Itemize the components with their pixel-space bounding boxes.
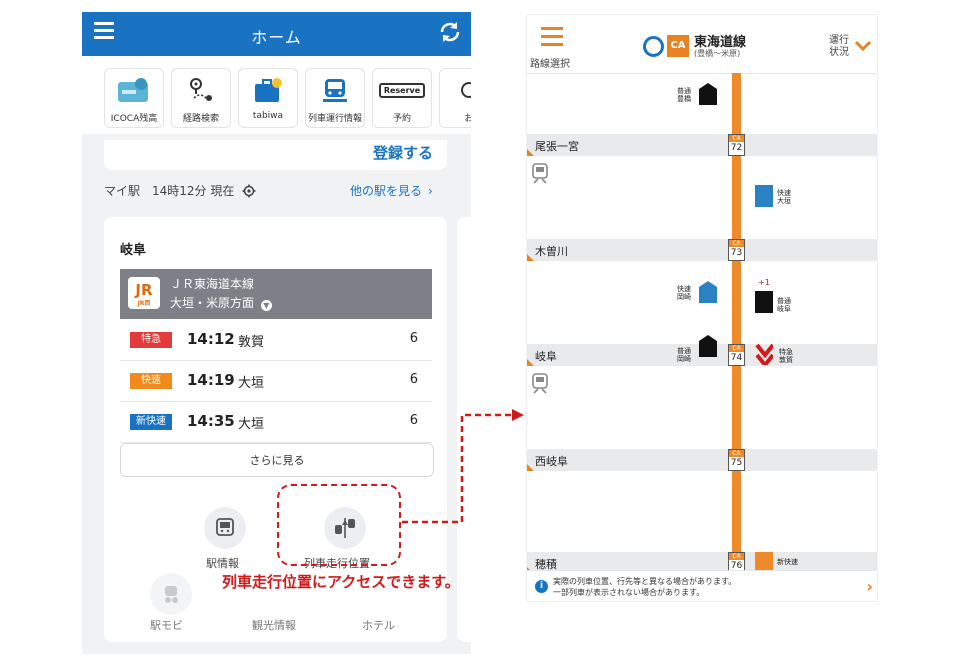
shortcut-reserve[interactable]: Reserve 予約	[372, 68, 432, 128]
departure-row[interactable]: 快速 14:19 大垣 6	[120, 361, 432, 402]
ekimobi-button[interactable]: 駅モビ	[150, 573, 192, 632]
train-position-screen: 路線選択 CA 東海道線 (豊橋～米原) 運行状況 尾張一宮 CA 72 木曽川 …	[526, 14, 878, 602]
line-name: ＪＲ東海道本線	[170, 277, 255, 291]
shortcut-train-operation[interactable]: 列車運行情報	[305, 68, 365, 128]
page-title: ホーム	[251, 28, 302, 47]
line-header[interactable]: JR JR西 ＪＲ東海道本線 大垣・米原方面 ▼	[120, 269, 432, 319]
chevron-down-icon[interactable]	[854, 37, 872, 56]
train-up-icon	[699, 83, 717, 105]
shortcut-more[interactable]: お	[439, 68, 471, 128]
special-rapid-icon	[755, 552, 773, 570]
departure-row[interactable]: 特急 14:12 敦賀 6	[120, 320, 432, 361]
train-operation-icon	[306, 75, 364, 105]
shortcut-tabiwa[interactable]: tabiwa	[238, 68, 298, 128]
other-stations-link[interactable]: 他の駅を見る ›	[350, 182, 433, 199]
jr-logo: JR JR西	[128, 277, 160, 309]
station-info-button[interactable]: 駅情報	[204, 507, 246, 570]
train-station-icon	[531, 163, 549, 189]
station-info-icon	[204, 507, 246, 549]
icoca-card-icon	[105, 75, 163, 105]
shortcut-icoca[interactable]: ICOCA残高	[104, 68, 164, 128]
route-menu-icon[interactable]	[541, 27, 563, 47]
station-number: CA 72	[728, 134, 745, 156]
line-circle-icon	[643, 36, 664, 57]
callout-text: 列車走行位置にアクセスできます。	[222, 573, 460, 591]
delay-badge: +1	[758, 278, 770, 287]
my-station-label: マイ駅 14時12分 現在	[104, 182, 256, 201]
station-number: CA 73	[728, 239, 745, 261]
train-type-badge: 特急	[130, 332, 172, 348]
tourism-info-link[interactable]: 観光情報	[252, 617, 296, 633]
train-type-badge: 快速	[130, 373, 172, 389]
station-number: CA 75	[728, 449, 745, 471]
hotel-link[interactable]: ホテル	[362, 617, 395, 633]
limited-express-icon	[755, 343, 773, 365]
station-band[interactable]: 西岐阜	[527, 449, 877, 471]
shortcut-route-search[interactable]: 経路検索	[171, 68, 231, 128]
line-range: (豊橋～米原)	[694, 49, 741, 58]
departure-row[interactable]: 新快速 14:35 大垣 6	[120, 402, 432, 443]
station-band[interactable]: 尾張一宮	[527, 134, 877, 156]
arrow-connector	[402, 409, 524, 524]
station-band[interactable]: 木曽川	[527, 239, 877, 261]
info-icon: i	[535, 580, 548, 593]
route-select-label[interactable]: 路線選択	[530, 55, 570, 70]
train-type-badge: 新快速	[130, 414, 172, 430]
register-card: 登録する	[104, 140, 447, 170]
refresh-icon[interactable]	[438, 20, 462, 44]
register-button[interactable]: 登録する	[373, 142, 433, 163]
route-search-icon	[172, 75, 230, 105]
station-number: CA 74	[728, 344, 745, 366]
ekimobi-icon	[150, 573, 192, 615]
home-screen: ホーム ICOCA残高 経路検索 tabiwa 列車運行情報 Reserve 予…	[82, 12, 471, 654]
line-header-bar: 路線選択 CA 東海道線 (豊橋～米原) 運行状況	[527, 15, 877, 74]
top-bar: ホーム	[82, 12, 471, 56]
line-code-badge: CA	[667, 35, 689, 57]
train-down-icon	[755, 185, 773, 207]
more-shortcut-icon	[440, 75, 471, 105]
chevron-right-icon: ›	[428, 184, 433, 198]
train-position-highlight	[277, 484, 401, 566]
settings-gear-icon[interactable]	[242, 184, 256, 201]
station-name: 岐阜	[120, 243, 147, 258]
chevron-right-icon[interactable]: ›	[866, 577, 873, 596]
train-station-icon	[531, 373, 549, 399]
chevron-down-icon: ▼	[260, 300, 272, 311]
train-up-icon	[699, 281, 717, 303]
train-down-icon	[755, 291, 773, 313]
train-up-icon	[699, 335, 717, 357]
reserve-icon: Reserve	[373, 75, 431, 105]
operation-status-button[interactable]: 運行状況	[827, 35, 851, 59]
shortcut-row: ICOCA残高 経路検索 tabiwa 列車運行情報 Reserve 予約 お	[82, 56, 471, 134]
tabiwa-icon	[239, 75, 297, 105]
line-direction[interactable]: 大垣・米原方面 ▼	[170, 294, 272, 311]
see-more-button[interactable]: さらに見る	[120, 443, 434, 477]
notice-bar[interactable]: i 実際の列車位置、行先等と異なる場合があります。 一部列車が表示されない場合が…	[527, 570, 877, 601]
